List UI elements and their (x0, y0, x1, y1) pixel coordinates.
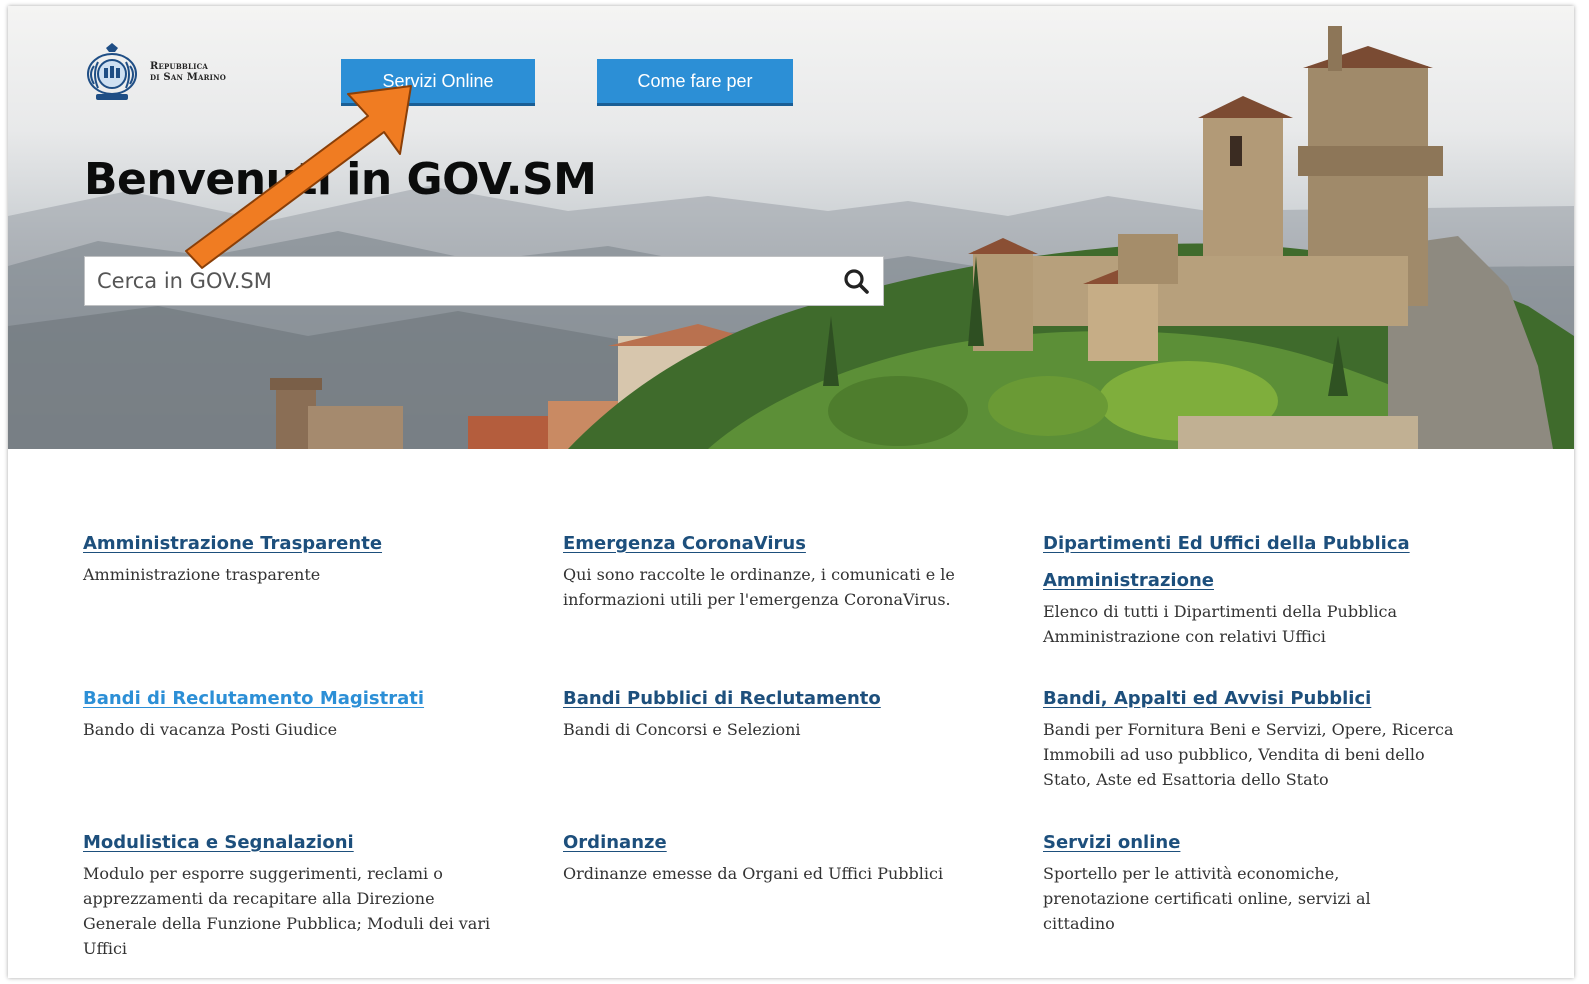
link-description: Qui sono raccolte le ordinanze, i comuni… (563, 565, 955, 609)
site-logo[interactable]: Repubblica di San Marino (84, 42, 226, 102)
link-bandi-pubblici-reclutamento[interactable]: Bandi Pubblici di Reclutamento (563, 688, 881, 709)
link-card: Bandi, Appalti ed Avvisi Pubblici Bandi … (1043, 680, 1463, 792)
link-modulistica-segnalazioni[interactable]: Modulistica e Segnalazioni (83, 832, 354, 853)
link-card: Ordinanze Ordinanze emesse da Organi ed … (563, 824, 1003, 886)
link-card: Bandi di Reclutamento Magistrati Bando d… (83, 680, 523, 742)
hero-banner: Repubblica di San Marino Servizi Online … (8, 6, 1574, 449)
link-card: Emergenza CoronaVirus Qui sono raccolte … (563, 525, 1003, 612)
link-card: Amministrazione Trasparente Amministrazi… (83, 525, 523, 587)
logo-line2: di San Marino (150, 72, 227, 83)
link-bandi-reclutamento-magistrati[interactable]: Bandi di Reclutamento Magistrati (83, 688, 424, 709)
link-description: Bandi di Concorsi e Selezioni (563, 720, 801, 739)
link-card: Dipartimenti Ed Uffici della Pubblica Am… (1043, 525, 1463, 649)
page: Repubblica di San Marino Servizi Online … (8, 6, 1574, 978)
page-title: Benvenuti in GOV.SM (84, 154, 597, 205)
link-description: Bandi per Fornitura Beni e Servizi, Oper… (1043, 720, 1454, 789)
search-icon[interactable] (829, 257, 883, 305)
link-description: Amministrazione trasparente (83, 565, 321, 584)
link-card: Servizi online Sportello per le attività… (1043, 824, 1443, 936)
logo-line1: Repubblica (150, 61, 209, 72)
servizi-online-button[interactable]: Servizi Online (341, 59, 535, 106)
link-dipartimenti-uffici[interactable]: Dipartimenti Ed Uffici della Pubblica Am… (1043, 533, 1410, 591)
link-amministrazione-trasparente[interactable]: Amministrazione Trasparente (83, 533, 382, 554)
link-card: Bandi Pubblici di Reclutamento Bandi di … (563, 680, 1003, 742)
search-input[interactable] (85, 258, 829, 304)
coat-of-arms-icon (87, 43, 137, 100)
link-card: Modulistica e Segnalazioni Modulo per es… (83, 824, 503, 961)
come-fare-per-button[interactable]: Come fare per (597, 59, 793, 106)
links-grid: Amministrazione Trasparente Amministrazi… (8, 449, 1574, 978)
search-bar (84, 256, 884, 306)
link-description: Ordinanze emesse da Organi ed Uffici Pub… (563, 864, 944, 883)
link-ordinanze[interactable]: Ordinanze (563, 832, 667, 853)
link-servizi-online[interactable]: Servizi online (1043, 832, 1180, 853)
link-emergenza-coronavirus[interactable]: Emergenza CoronaVirus (563, 533, 806, 554)
link-bandi-appalti-avvisi[interactable]: Bandi, Appalti ed Avvisi Pubblici (1043, 688, 1371, 709)
link-description: Elenco di tutti i Dipartimenti della Pub… (1043, 602, 1398, 646)
link-description: Sportello per le attività economiche, pr… (1043, 864, 1371, 933)
logo-wordmark: Repubblica di San Marino (150, 61, 226, 83)
link-description: Bando di vacanza Posti Giudice (83, 720, 338, 739)
link-description: Modulo per esporre suggerimenti, reclami… (83, 864, 491, 958)
